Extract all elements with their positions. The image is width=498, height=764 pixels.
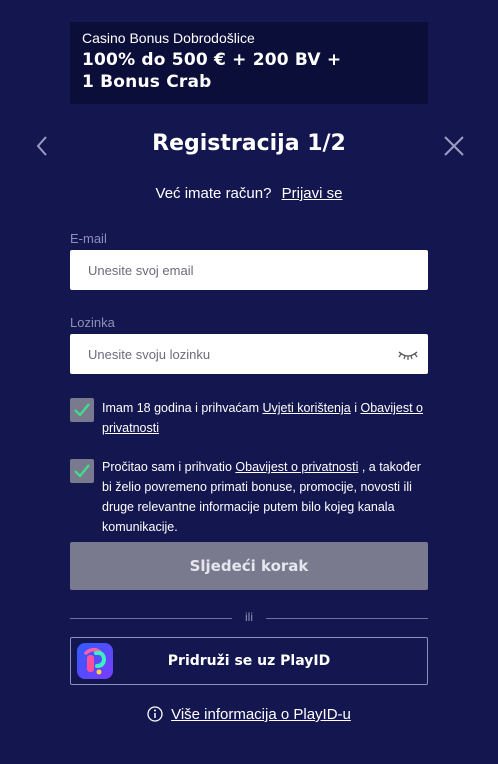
password-label: Lozinka [70,315,115,330]
terms-text-middle: i [350,401,361,415]
banner-headline: 100% do 500 € + 200 BV + 1 Bonus Crab [82,49,416,93]
marketing-privacy-link[interactable]: Obavijest o privatnosti [235,460,358,474]
login-prompt: Već imate račun? [155,185,272,202]
checkmark-icon [74,464,90,478]
eye-closed-icon[interactable] [398,348,418,362]
terms-text-before: Imam 18 godina i prihvaćam [102,401,263,415]
login-prompt-row: Već imate račun? Prijavi se [0,185,498,202]
checkmark-icon [74,403,90,417]
divider-right [266,618,428,619]
bonus-banner: Casino Bonus Dobrodošlice 100% do 500 € … [70,22,428,104]
email-label: E-mail [70,231,107,246]
marketing-text-before: Pročitao sam i prihvatio [102,460,236,474]
divider-label: ili [245,610,253,624]
playid-label: Pridruži se uz PlayID [167,653,331,669]
playid-info-row: Više informacija o PlayID-u [0,706,498,726]
marketing-checkbox[interactable] [70,459,94,483]
info-icon [147,706,163,726]
playid-button[interactable]: Pridruži se uz PlayID [70,637,428,685]
email-input[interactable] [70,250,428,290]
playid-info-link[interactable]: Više informacija o PlayID-u [171,706,351,723]
next-step-button[interactable]: Sljedeći korak [70,542,428,590]
banner-subtitle: Casino Bonus Dobrodošlice [82,30,255,46]
banner-headline-line1: 100% do 500 € + 200 BV + [82,50,342,70]
terms-consent-text: Imam 18 godina i prihvaćam Uvjeti korišt… [102,398,428,438]
registration-page: Casino Bonus Dobrodošlice 100% do 500 € … [0,0,498,764]
marketing-consent-text: Pročitao sam i prihvatio Obavijest o pri… [102,457,428,537]
password-input[interactable] [70,334,428,374]
banner-headline-line2: 1 Bonus Crab [82,72,212,92]
terms-of-use-link[interactable]: Uvjeti korištenja [263,401,351,415]
close-icon[interactable] [440,133,468,159]
terms-checkbox[interactable] [70,398,94,422]
login-link[interactable]: Prijavi se [282,185,343,202]
page-title: Registracija 1/2 [152,131,346,156]
